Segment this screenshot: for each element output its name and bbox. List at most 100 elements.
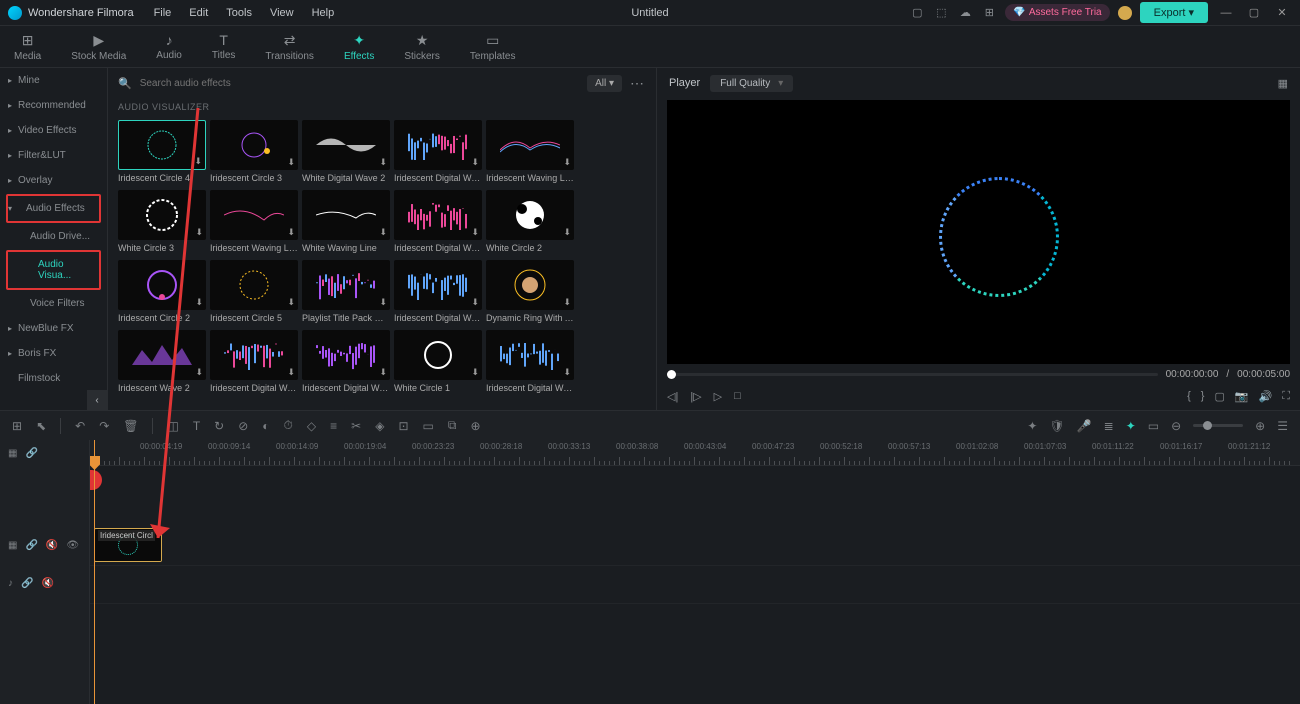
tracks-area[interactable]: 00:00:04:1900:00:09:1400:00:14:0900:00:1… (90, 440, 1300, 704)
tool-tab-audio[interactable]: ♪Audio (156, 32, 182, 61)
tt-icon-c[interactable]: ▭ (423, 419, 434, 433)
tt-icon-e[interactable]: ⊕ (470, 419, 480, 433)
tt-r3-icon[interactable]: ≣ (1104, 419, 1114, 433)
quality-dropdown[interactable]: Full Quality ▾ (710, 75, 793, 92)
th-link-icon[interactable]: 🔗 (25, 540, 37, 551)
filter-dropdown[interactable]: All ▾ (587, 75, 622, 92)
split-icon[interactable]: ✂ (351, 419, 361, 433)
tt-icon-d[interactable]: ⧉ (448, 418, 457, 433)
tt-icon-b[interactable]: ⊡ (398, 419, 408, 433)
sidebar-item[interactable]: Video Effects (0, 118, 107, 143)
tt-list-icon[interactable]: ☰ (1277, 419, 1288, 433)
avatar-icon[interactable] (1118, 6, 1132, 20)
text-icon[interactable]: T (193, 419, 200, 433)
effect-item[interactable]: ⬇Iridescent Digital Wav... (394, 190, 482, 256)
sidebar-item[interactable]: Recommended (0, 93, 107, 118)
adjust-icon[interactable]: ≡ (330, 419, 337, 433)
download-icon[interactable]: ⬇ (471, 297, 479, 308)
sidebar-item[interactable]: NewBlue FX (0, 316, 107, 341)
menu-edit[interactable]: Edit (189, 7, 208, 19)
video-track[interactable]: Iridescent Circl (90, 526, 1300, 566)
effect-item[interactable]: ⬇White Circle 3 (118, 190, 206, 256)
sidebar-item[interactable]: Filter&LUT (0, 143, 107, 168)
download-icon[interactable]: ⬇ (563, 297, 571, 308)
color-icon[interactable]: ◐ (262, 419, 269, 433)
sidebar-item[interactable]: Voice Filters (0, 291, 107, 316)
player-tab[interactable]: Player (669, 77, 700, 89)
sidebar-collapse-button[interactable]: ‹ (87, 390, 107, 410)
tool-tab-transitions[interactable]: ⇄Transitions (265, 32, 314, 62)
stop-button[interactable]: □ (734, 390, 741, 403)
zoom-handle[interactable] (1203, 421, 1212, 430)
tt-r1-icon[interactable]: ✦ (1027, 419, 1037, 433)
download-icon[interactable]: ⬇ (287, 367, 295, 378)
close-button[interactable]: ✕ (1272, 6, 1292, 19)
effect-item[interactable]: ⬇Iridescent Circle 3 (210, 120, 298, 186)
redo-button[interactable]: ↷ (99, 419, 109, 433)
tool-tab-stickers[interactable]: ★Stickers (404, 32, 440, 62)
download-icon[interactable]: ⬇ (195, 367, 203, 378)
th-mute-icon[interactable]: 🔇 (46, 540, 58, 551)
download-icon[interactable]: ⬇ (379, 227, 387, 238)
download-icon[interactable]: ⬇ (471, 157, 479, 168)
sidebar-item[interactable]: Audio Effects (8, 196, 99, 221)
download-icon[interactable]: ⬇ (563, 227, 571, 238)
marker-in-button[interactable]: { (1187, 390, 1191, 403)
download-icon[interactable]: ⬇ (379, 367, 387, 378)
zoom-out-button[interactable]: ⊖ (1171, 419, 1181, 433)
undo-button[interactable]: ↶ (75, 419, 85, 433)
delete-button[interactable]: 🗑 (123, 419, 138, 433)
prev-frame-button[interactable]: ◁| (667, 390, 678, 403)
scrub-handle[interactable] (667, 370, 676, 379)
download-icon[interactable]: ⬇ (471, 367, 479, 378)
effect-item[interactable]: ⬇Iridescent Circle 2 (118, 260, 206, 326)
maximize-button[interactable]: ▢ (1244, 6, 1264, 19)
download-icon[interactable]: ⬇ (471, 227, 479, 238)
zoom-in-button[interactable]: ⊕ (1255, 419, 1265, 433)
tt-mic-icon[interactable]: 🎤 (1077, 419, 1092, 433)
volume-icon[interactable]: 🔊 (1259, 390, 1273, 403)
zoom-slider[interactable] (1193, 424, 1243, 427)
tt-icon-a[interactable]: ◈ (375, 419, 384, 433)
effect-item[interactable]: ⬇Iridescent Digital Wav... (486, 330, 574, 396)
timer-icon[interactable]: ⏱ (284, 418, 293, 433)
playhead-handle[interactable] (90, 456, 100, 470)
sidebar-item[interactable]: Audio Drive... (0, 224, 107, 249)
display-button[interactable]: ▢ (1214, 390, 1224, 403)
effect-item[interactable]: ⬇Iridescent Digital Wav... (210, 330, 298, 396)
menu-tools[interactable]: Tools (226, 7, 252, 19)
download-icon[interactable]: ⬇ (379, 157, 387, 168)
playhead[interactable] (94, 440, 95, 704)
sidebar-item[interactable]: Filmstock (0, 366, 107, 391)
download-icon[interactable]: ⬇ (287, 297, 295, 308)
camera-icon[interactable]: 📷 (1235, 390, 1249, 403)
tool-tab-templates[interactable]: ▭Templates (470, 32, 516, 62)
th-link2-icon[interactable]: 🔗 (21, 578, 33, 589)
download-icon[interactable]: ⬇ (195, 297, 203, 308)
tt-r5-icon[interactable]: ▭ (1148, 419, 1159, 433)
next-frame-button[interactable]: |▷ (690, 390, 701, 403)
cloud-icon[interactable]: ☁ (957, 5, 973, 21)
player-canvas[interactable] (667, 100, 1290, 364)
timeline-ruler[interactable]: 00:00:04:1900:00:09:1400:00:14:0900:00:1… (90, 440, 1300, 466)
tool-tab-stock-media[interactable]: ▶Stock Media (71, 32, 126, 62)
effect-item[interactable]: ⬇Iridescent Waving Line... (486, 120, 574, 186)
sidebar-item[interactable]: Audio Visua... (8, 252, 99, 288)
marker-out-button[interactable]: } (1201, 390, 1205, 403)
layout-icon[interactable]: ▢ (909, 5, 925, 21)
audio-track[interactable] (90, 566, 1300, 604)
download-icon[interactable]: ⬇ (379, 297, 387, 308)
th-mute2-icon[interactable]: 🔇 (41, 578, 53, 589)
sidebar-item[interactable]: Mine (0, 68, 107, 93)
tool-tab-effects[interactable]: ✦Effects (344, 32, 374, 62)
grid-icon[interactable]: ⊞ (981, 5, 997, 21)
effect-item[interactable]: ⬇Playlist Title Pack Musi... (302, 260, 390, 326)
download-icon[interactable]: ⬇ (287, 227, 295, 238)
effect-item[interactable]: ⬇Iridescent Digital Wav... (394, 120, 482, 186)
th-b-icon[interactable]: 🔗 (25, 448, 37, 459)
more-options-button[interactable]: ⋯ (630, 75, 646, 92)
fullscreen-icon[interactable]: ⛶ (1282, 390, 1290, 403)
effect-item[interactable]: ⬇Iridescent Wave 2 (118, 330, 206, 396)
scrub-track[interactable] (667, 373, 1158, 376)
tt-r2-icon[interactable]: 🛡 (1049, 419, 1064, 433)
